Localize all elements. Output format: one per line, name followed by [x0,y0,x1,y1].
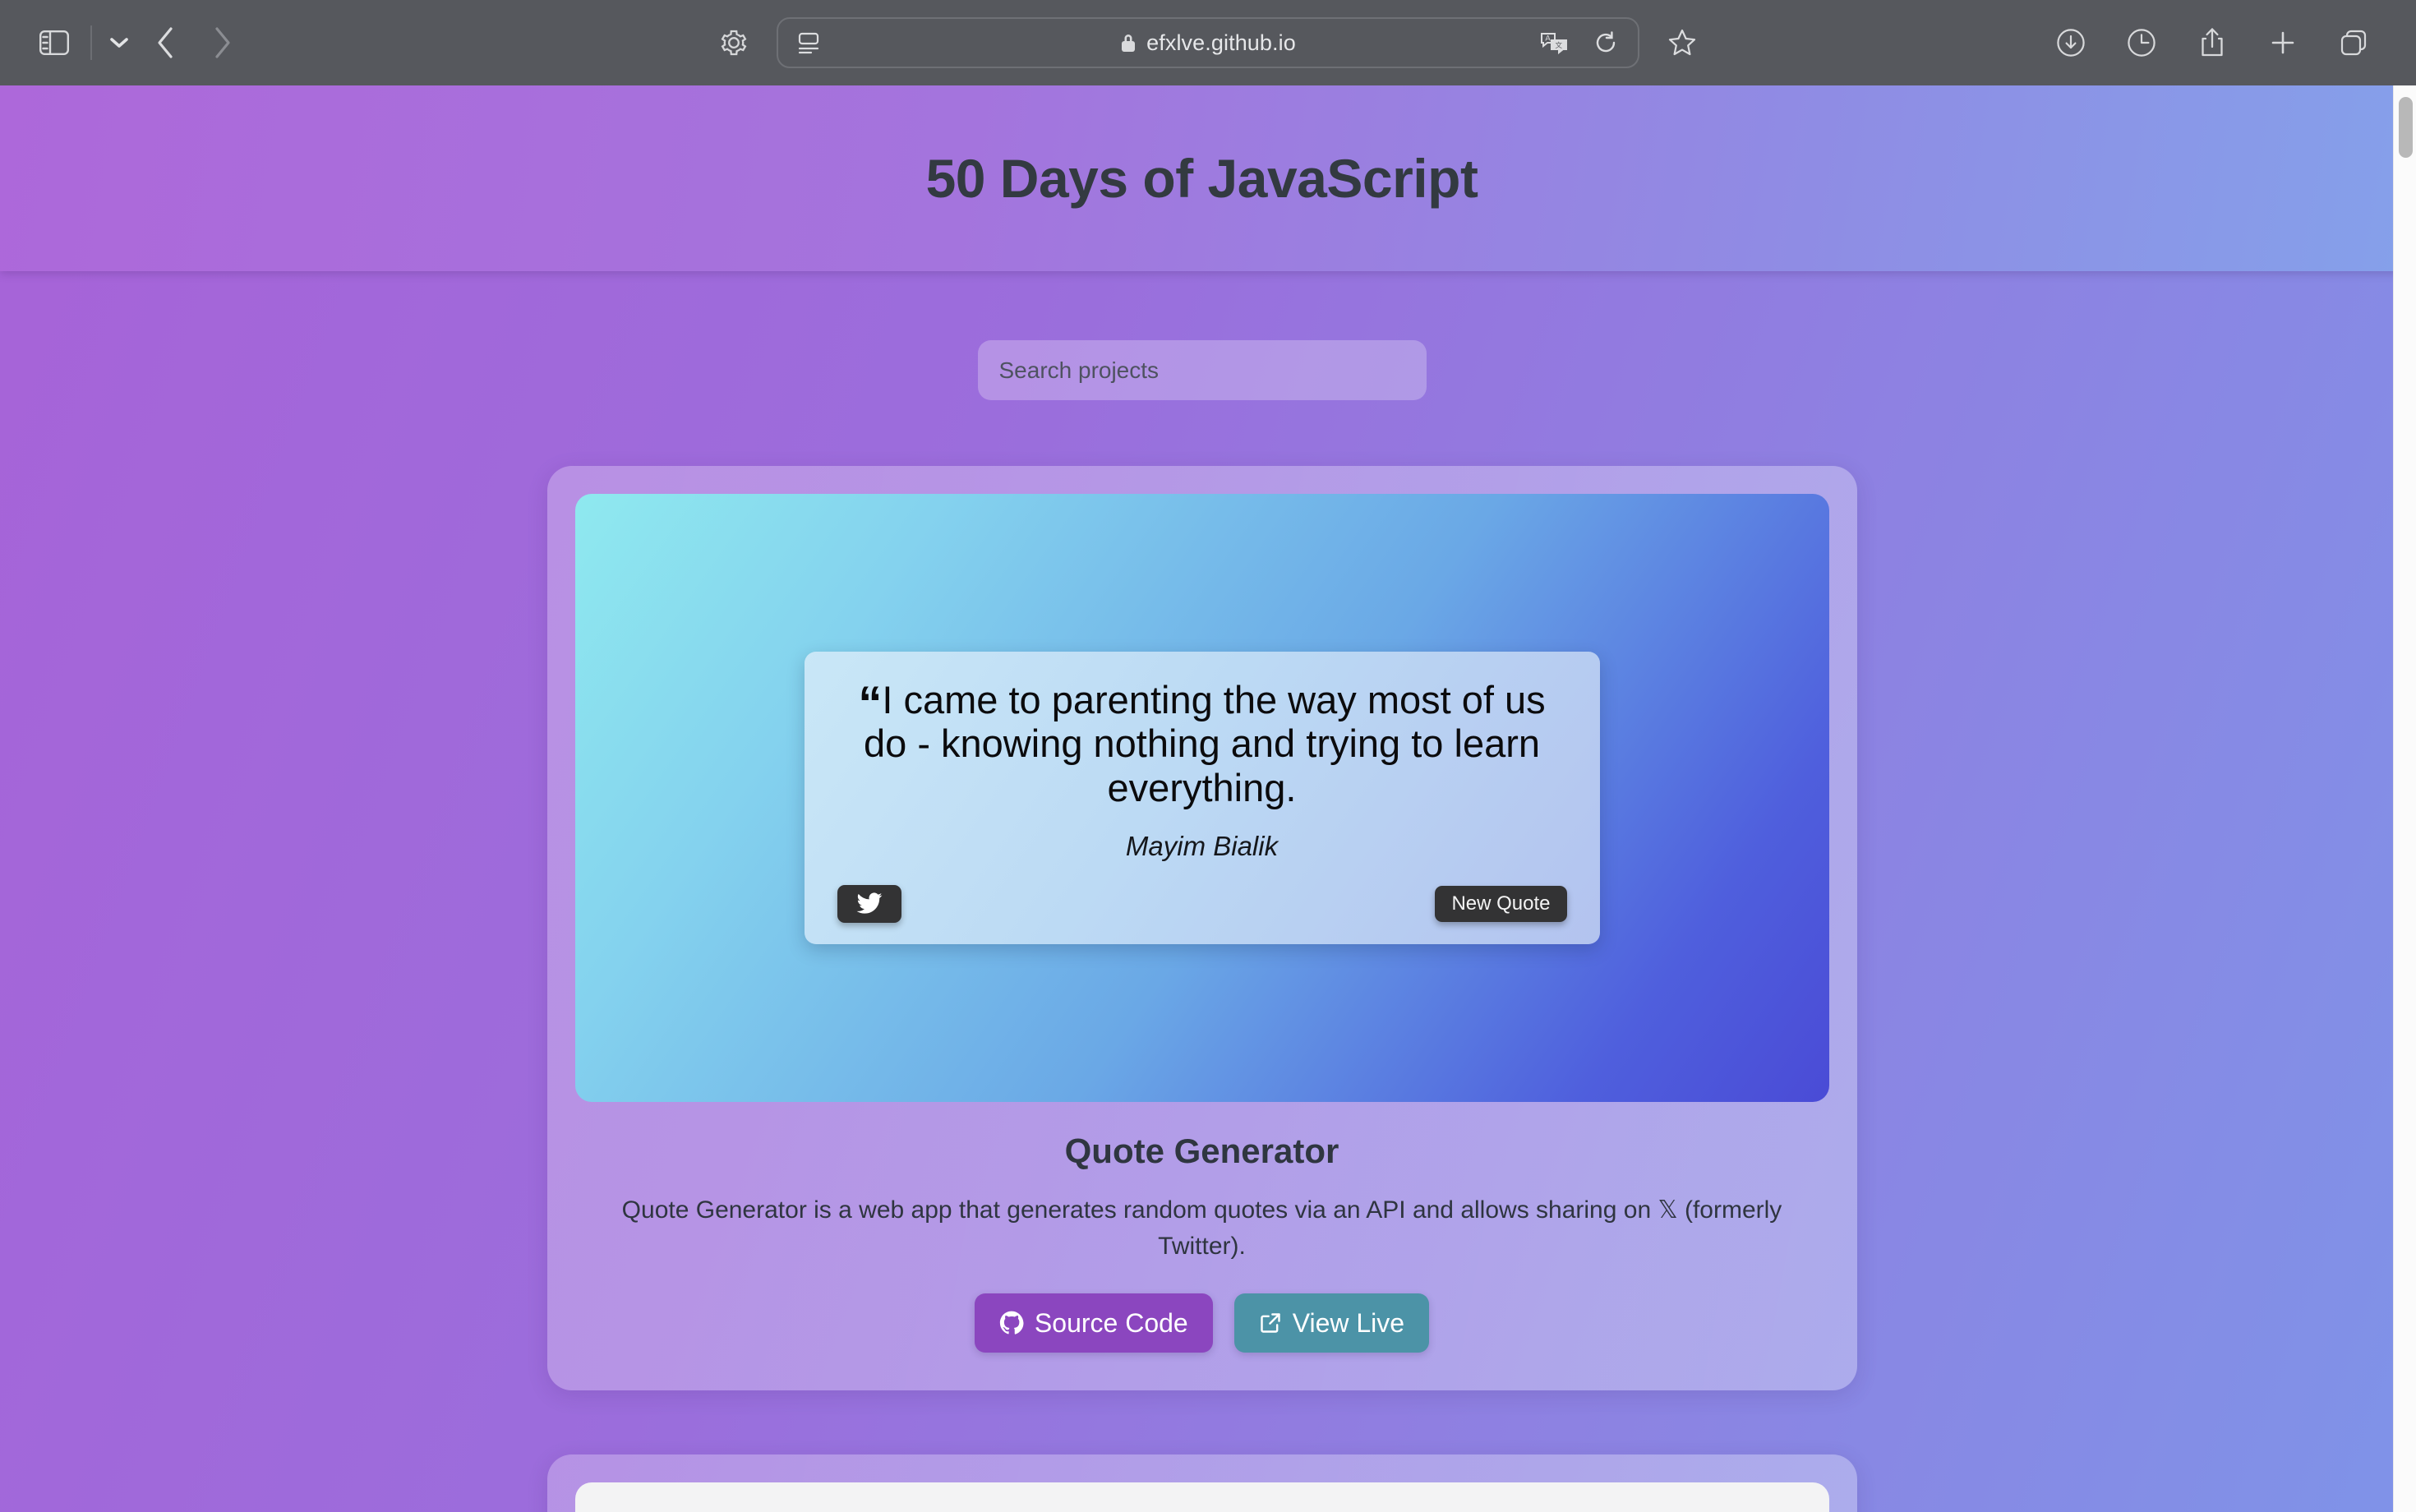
page-content: 50 Days of JavaScript “I came to parenti… [0,85,2404,1512]
lock-icon [1122,35,1136,52]
quote-text: I came to parenting the way most of us d… [863,678,1546,809]
project-preview: “I came to parenting the way most of us … [574,494,1829,1102]
back-button[interactable] [138,15,194,71]
svg-text:文: 文 [1556,41,1563,49]
project-description: Quote Generator is a web app that genera… [621,1196,1782,1260]
browser-toolbar: efxlve.github.io A 文 [0,0,2416,85]
search-section [0,340,2404,400]
reader-view-button[interactable] [790,23,829,62]
tab-overview-button[interactable] [2326,15,2381,71]
project-preview: INFINITE SCROLL [574,1482,1829,1512]
quote-mark-icon: “ [858,677,882,731]
view-live-label: View Live [1292,1307,1405,1338]
sidebar-dropdown-button[interactable] [100,15,138,71]
project-list: “I came to parenting the way most of us … [0,466,2404,1512]
translate-button[interactable]: A 文 [1533,23,1575,62]
url-display: efxlve.github.io [778,30,1638,56]
toolbar-left-group [0,15,250,71]
address-bar-group: efxlve.github.io A 文 [706,15,1710,71]
toolbar-divider [90,25,92,60]
project-actions: Source Code View Live [575,1293,1829,1362]
quote-author: Mayim Bialik [1125,830,1279,861]
twitter-bird-icon [856,892,882,914]
project-title: Quote Generator [1064,1132,1339,1170]
page-title: 50 Days of JavaScript [925,148,1478,209]
site-header: 50 Days of JavaScript [0,85,2404,271]
project-card-quote-generator: “I came to parenting the way most of us … [546,466,1857,1390]
source-code-button[interactable]: Source Code [974,1293,1213,1353]
tweet-quote-button[interactable] [837,884,901,923]
quote-widget: “I came to parenting the way most of us … [804,652,1600,944]
downloads-button[interactable] [2043,15,2099,71]
sidebar-toggle-button[interactable] [26,15,82,71]
reload-button[interactable] [1585,23,1626,62]
external-link-icon [1260,1313,1280,1333]
scrollbar-thumb[interactable] [2399,97,2413,158]
bookmark-star-button[interactable] [1654,15,1710,71]
share-button[interactable] [2184,15,2240,71]
source-code-label: Source Code [1034,1307,1188,1338]
forward-button[interactable] [194,15,250,71]
svg-text:A: A [1545,35,1551,44]
quote-actions: New Quote [837,884,1567,923]
address-bar[interactable]: efxlve.github.io A 文 [777,17,1639,68]
history-button[interactable] [2114,15,2169,71]
extensions-gear-button[interactable] [706,15,762,71]
new-tab-button[interactable] [2255,15,2311,71]
github-icon [999,1311,1024,1335]
toolbar-right-group [2043,15,2416,71]
url-text: efxlve.github.io [1146,30,1296,55]
view-live-button[interactable]: View Live [1233,1293,1430,1353]
new-quote-button[interactable]: New Quote [1435,885,1567,922]
project-card-infinite-scroll: INFINITE SCROLL [546,1454,1857,1512]
address-bar-actions: A 文 [1533,23,1626,62]
quote-text-row: “I came to parenting the way most of us … [837,678,1567,809]
page-viewport: 50 Days of JavaScript “I came to parenti… [0,85,2416,1512]
page-scrollbar[interactable] [2393,85,2416,1512]
search-input[interactable] [977,340,1427,400]
